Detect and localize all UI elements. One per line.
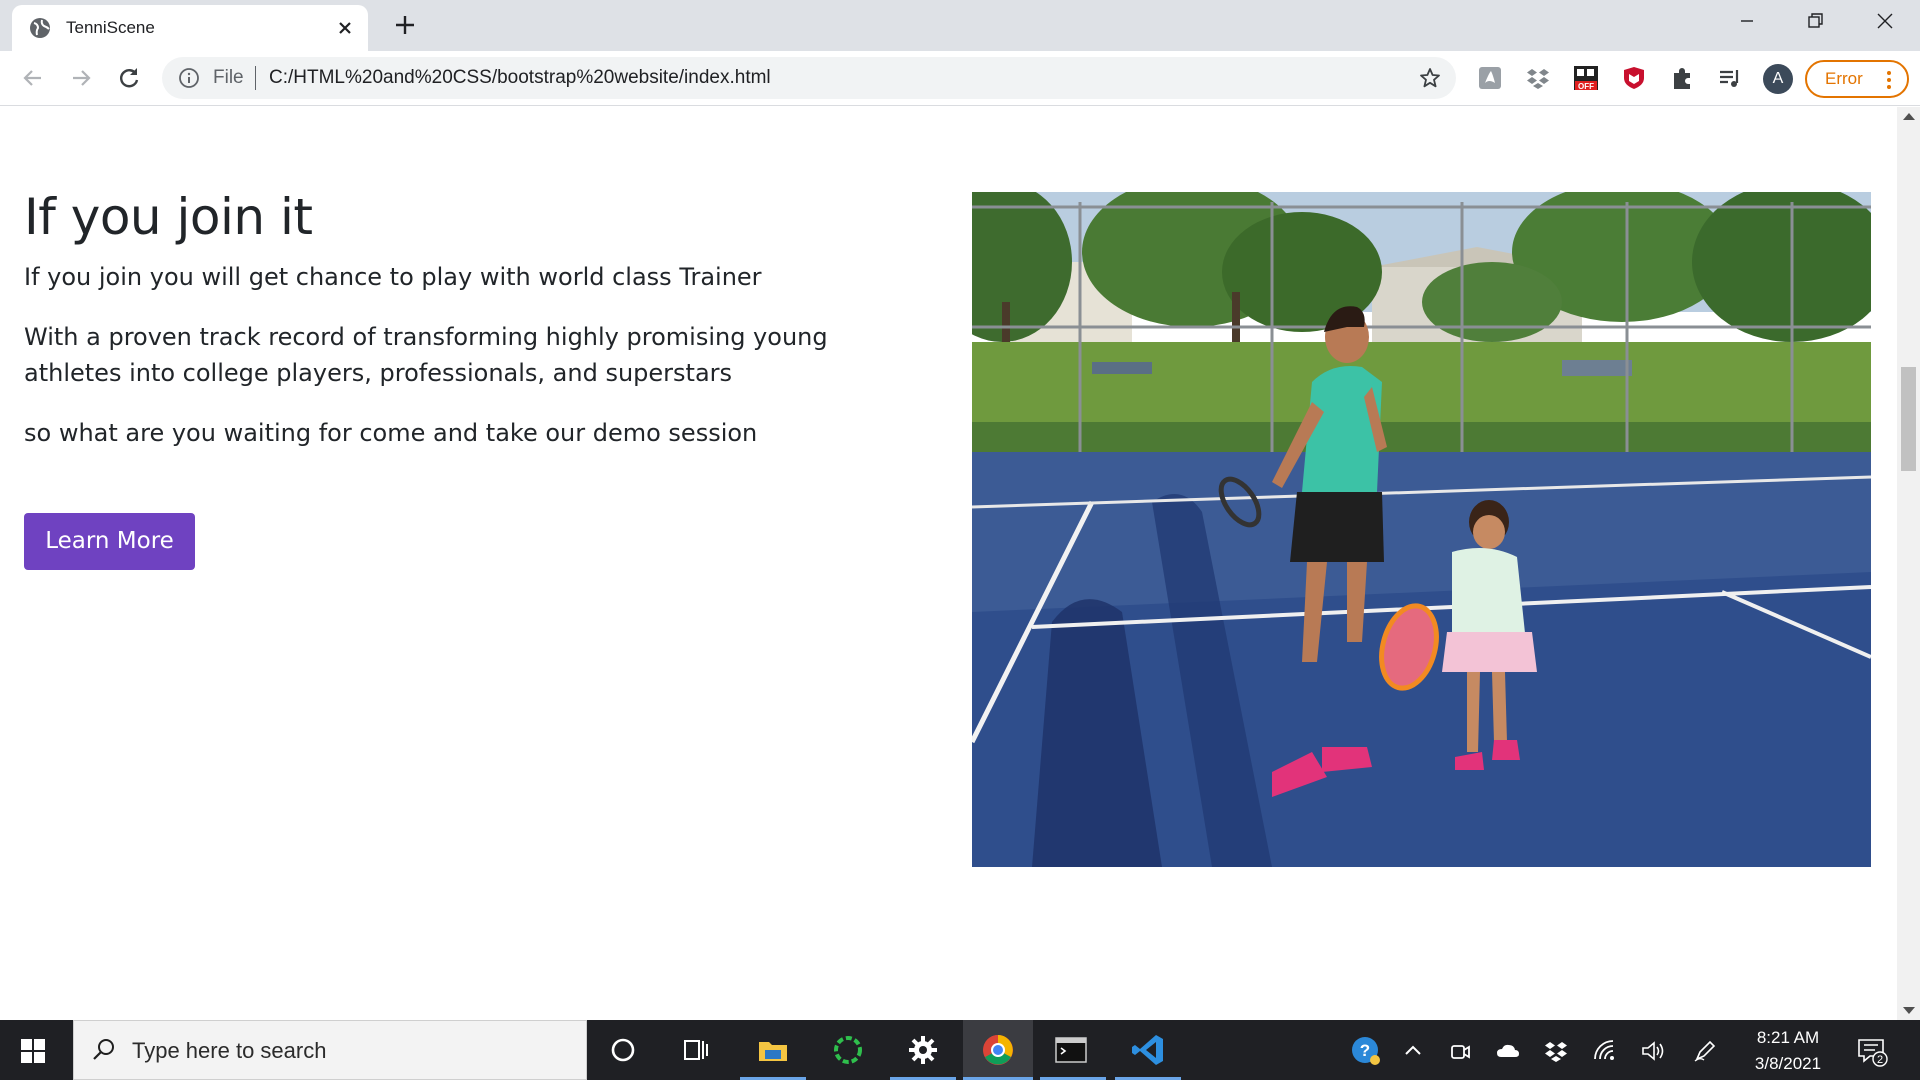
scroll-down-arrow-icon[interactable] (1903, 1007, 1915, 1014)
tennis-court-photo (972, 192, 1871, 867)
meet-now-icon[interactable] (1447, 1038, 1473, 1064)
notification-count: 2 (1877, 1054, 1883, 1066)
task-view-icon[interactable] (678, 1032, 714, 1068)
site-info-icon[interactable] (178, 67, 200, 89)
forward-arrow-icon[interactable] (67, 64, 95, 92)
more-menu-icon (1887, 71, 1891, 89)
pen-workspace-icon[interactable] (1692, 1038, 1718, 1064)
close-tab-icon[interactable] (334, 17, 356, 39)
error-label: Error (1825, 69, 1863, 88)
learn-more-button[interactable]: Learn More (24, 513, 195, 570)
svg-text:OFF: OFF (1578, 82, 1594, 91)
terminal-icon[interactable] (1053, 1032, 1089, 1068)
globe-favicon-icon (30, 18, 50, 38)
vertical-scrollbar[interactable] (1897, 107, 1920, 1020)
page-headline: If you join it (24, 188, 313, 246)
reload-icon[interactable] (115, 64, 143, 92)
close-window-icon[interactable] (1868, 8, 1902, 34)
bookmark-star-icon[interactable] (1418, 66, 1442, 90)
vscode-icon[interactable] (1130, 1032, 1166, 1068)
omnibox-divider (255, 66, 256, 90)
search-placeholder: Type here to search (132, 1038, 327, 1063)
intro-paragraph: If you join you will get chance to play … (24, 263, 762, 291)
chrome-taskbar-button[interactable] (963, 1020, 1033, 1080)
browser-tab-active[interactable]: TenniScene (12, 5, 368, 51)
url-scheme-label: File (213, 67, 244, 88)
dropbox-extension-icon[interactable] (1525, 65, 1551, 91)
demo-session-paragraph: so what are you waiting for come and tak… (24, 419, 758, 447)
search-icon (93, 1039, 114, 1060)
new-tab-plus-icon[interactable] (392, 12, 418, 38)
profile-avatar[interactable]: A (1763, 64, 1793, 94)
puzzle-extensions-icon[interactable] (1669, 65, 1695, 91)
spinner-app-icon[interactable] (830, 1032, 866, 1068)
help-icon[interactable]: ? (1350, 1035, 1382, 1067)
mcafee-shield-icon[interactable] (1621, 65, 1647, 91)
action-center-notification-icon[interactable]: 2 (1856, 1035, 1888, 1067)
browser-error-button[interactable]: Error (1805, 60, 1909, 98)
back-arrow-icon[interactable] (19, 64, 47, 92)
minimize-window-icon[interactable] (1730, 8, 1764, 34)
pdf-extension-icon[interactable] (1477, 65, 1503, 91)
taskbar-clock-date[interactable]: 3/8/2021 (1738, 1054, 1838, 1074)
volume-speaker-icon[interactable] (1640, 1038, 1666, 1064)
url-text[interactable]: C:/HTML%20and%20CSS/bootstrap%20website/… (269, 67, 771, 89)
scrollbar-thumb[interactable] (1901, 367, 1916, 471)
windows-start-icon[interactable] (20, 1038, 46, 1064)
browser-toolbar: File C:/HTML%20and%20CSS/bootstrap%20web… (0, 51, 1920, 106)
windows-taskbar: Type here to search ? 8:21 AM 3/8/2021 2 (0, 1020, 1920, 1080)
media-control-icon[interactable] (1717, 65, 1743, 91)
taskbar-clock-time[interactable]: 8:21 AM (1738, 1028, 1838, 1048)
tab-title: TenniScene (66, 18, 155, 37)
dropbox-tray-icon[interactable] (1543, 1038, 1569, 1064)
coupon-extension-icon[interactable]: OFF (1573, 65, 1599, 91)
restore-window-icon[interactable] (1798, 8, 1832, 34)
wifi-icon[interactable] (1592, 1038, 1618, 1064)
file-explorer-icon[interactable] (755, 1032, 791, 1068)
settings-gear-icon[interactable] (905, 1032, 941, 1068)
show-hidden-icons-chevron-icon[interactable] (1400, 1038, 1426, 1064)
page-viewport: If you join it If you join you will get … (0, 107, 1897, 1020)
browser-tabstrip: TenniScene (0, 0, 1920, 51)
chrome-icon (983, 1035, 1013, 1065)
onedrive-cloud-icon[interactable] (1495, 1038, 1521, 1064)
scroll-up-arrow-icon[interactable] (1903, 113, 1915, 120)
svg-text:?: ? (1360, 1041, 1370, 1060)
taskbar-search-box[interactable]: Type here to search (73, 1020, 587, 1080)
cortana-icon[interactable] (605, 1032, 641, 1068)
track-record-paragraph: With a proven track record of transformi… (24, 323, 828, 387)
address-bar[interactable]: File C:/HTML%20and%20CSS/bootstrap%20web… (162, 57, 1456, 99)
